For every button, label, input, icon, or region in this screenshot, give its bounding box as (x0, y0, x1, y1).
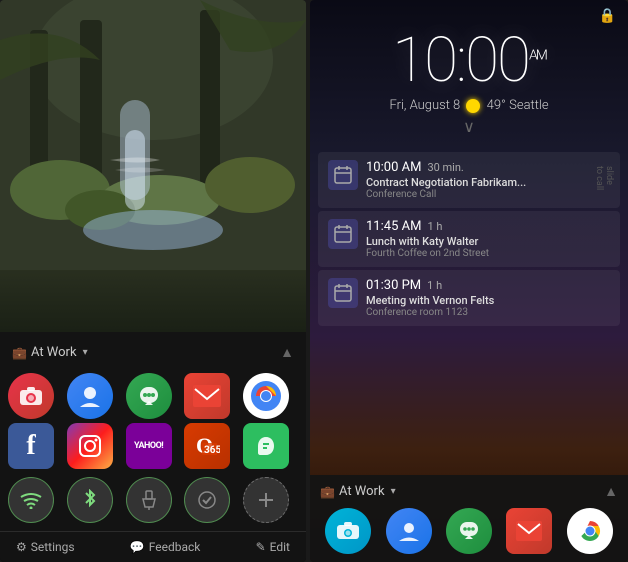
notifications-area: 10:00 AM 30 min. Contract Negotiation Fa… (310, 146, 628, 475)
toggle-add[interactable] (243, 477, 289, 523)
app-icon-facebook[interactable]: f (8, 423, 54, 469)
tray-footer: ⚙ Settings 💬 Feedback ✎ Edit (0, 531, 306, 562)
notif-time-line-3: 01:30 PM 1 h (366, 278, 610, 293)
date-display: Fri, August 8 49° Seattle (330, 98, 608, 113)
toggle-flashlight[interactable] (126, 477, 172, 523)
notif-content-2: 11:45 AM 1 h Lunch with Katy Walter Four… (366, 219, 610, 259)
temperature: 49° (487, 98, 506, 113)
notif-duration-1: 30 min. (427, 161, 463, 174)
notification-card-2[interactable]: 11:45 AM 1 h Lunch with Katy Walter Four… (318, 211, 620, 267)
left-panel: 💼 At Work ▾ ▲ (0, 0, 306, 562)
notif-duration-2: 1 h (427, 220, 442, 233)
notif-time-line-1: 10:00 AM 30 min. (366, 160, 610, 175)
bottom-dropdown-icon: ▾ (391, 486, 396, 497)
toggle-wifi[interactable] (8, 477, 54, 523)
svg-text:365: 365 (204, 445, 220, 456)
bottom-app-hangouts[interactable] (446, 508, 492, 554)
date-text: Fri, August 8 (389, 98, 460, 113)
app-grid: f YAHOO! O365 (0, 369, 306, 473)
tray-chevron-icon[interactable]: ▲ (280, 344, 294, 361)
settings-button[interactable]: ⚙ Settings (16, 540, 75, 554)
notif-time-3: 01:30 PM (366, 278, 421, 293)
app-icon-contacts[interactable] (67, 373, 113, 419)
am-pm: AM (529, 47, 546, 63)
edit-button[interactable]: ✎ Edit (256, 540, 290, 554)
bottom-app-row (310, 506, 628, 562)
app-icon-yahoo[interactable]: YAHOO! (126, 423, 172, 469)
wallpaper (0, 0, 306, 332)
bottom-launcher: 💼 At Work ▾ ▲ (310, 475, 628, 562)
bottom-tray-title-area[interactable]: 💼 At Work ▾ (320, 484, 396, 499)
tray-title-area[interactable]: 💼 At Work ▾ (12, 345, 88, 360)
swipe-hint[interactable]: ∨ (330, 117, 608, 136)
lock-icon: 🔒 (599, 8, 616, 24)
bottom-briefcase-icon: 💼 (320, 485, 335, 499)
time-value: 10:00 (392, 24, 529, 97)
slide-to-call[interactable]: slide to call (594, 166, 614, 194)
notif-time-line-2: 11:45 AM 1 h (366, 219, 610, 234)
tray-header: 💼 At Work ▾ ▲ (0, 340, 306, 369)
notif-duration-3: 1 h (427, 279, 442, 292)
toggle-tasker[interactable] (184, 477, 230, 523)
edit-label: Edit (270, 540, 290, 554)
tray-dropdown-icon: ▾ (83, 347, 88, 358)
launcher-tray: 💼 At Work ▾ ▲ (0, 332, 306, 562)
feedback-label: Feedback (149, 540, 201, 554)
notif-title-3: Meeting with Vernon Felts (366, 294, 610, 307)
notif-sub-3: Conference room 1123 (366, 307, 610, 318)
feedback-icon: 💬 (130, 540, 145, 554)
notif-sub-1: Conference Call (366, 189, 610, 200)
app-icon-gmail[interactable] (184, 373, 230, 419)
notif-title-2: Lunch with Katy Walter (366, 235, 610, 248)
app-icon-chrome[interactable] (243, 373, 289, 419)
notif-calendar-icon-2 (328, 219, 358, 249)
notification-card-1[interactable]: 10:00 AM 30 min. Contract Negotiation Fa… (318, 152, 620, 208)
bottom-app-chrome[interactable] (567, 508, 613, 554)
weather-sun-icon (466, 99, 480, 113)
notif-content-3: 01:30 PM 1 h Meeting with Vernon Felts C… (366, 278, 610, 318)
feedback-button[interactable]: 💬 Feedback (130, 540, 201, 554)
app-icon-hangouts[interactable] (126, 373, 172, 419)
tray-title: At Work (31, 345, 77, 360)
notif-time-2: 11:45 AM (366, 219, 421, 234)
notif-time-1: 10:00 AM (366, 160, 421, 175)
app-icon-evernote[interactable] (243, 423, 289, 469)
lock-screen: 🔒 10:00AM Fri, August 8 49° Seattle ∨ (310, 0, 628, 146)
bottom-app-camera[interactable] (325, 508, 371, 554)
bottom-chevron-icon[interactable]: ▲ (604, 483, 618, 500)
right-panel: 🔒 10:00AM Fri, August 8 49° Seattle ∨ 10… (310, 0, 628, 562)
bottom-tray-header: 💼 At Work ▾ ▲ (310, 481, 628, 506)
notif-sub-2: Fourth Coffee on 2nd Street (366, 248, 610, 259)
time-display: 10:00AM (330, 30, 608, 92)
bottom-app-contacts[interactable] (386, 508, 432, 554)
city: Seattle (509, 98, 548, 113)
toggle-bluetooth[interactable] (67, 477, 113, 523)
bottom-app-gmail[interactable] (506, 508, 552, 554)
notif-title-1: Contract Negotiation Fabrikam... (366, 176, 610, 189)
notification-card-3[interactable]: 01:30 PM 1 h Meeting with Vernon Felts C… (318, 270, 620, 326)
briefcase-icon: 💼 (12, 346, 27, 360)
settings-icon: ⚙ (16, 540, 27, 554)
app-icon-camera[interactable] (8, 373, 54, 419)
notif-calendar-icon-3 (328, 278, 358, 308)
notif-content-1: 10:00 AM 30 min. Contract Negotiation Fa… (366, 160, 610, 200)
edit-icon: ✎ (256, 540, 266, 554)
app-icon-instagram[interactable] (67, 423, 113, 469)
app-icon-office[interactable]: O365 (184, 423, 230, 469)
notif-calendar-icon-1 (328, 160, 358, 190)
quick-toggles (0, 473, 306, 531)
settings-label: Settings (31, 540, 75, 554)
bottom-tray-title: At Work (339, 484, 385, 499)
